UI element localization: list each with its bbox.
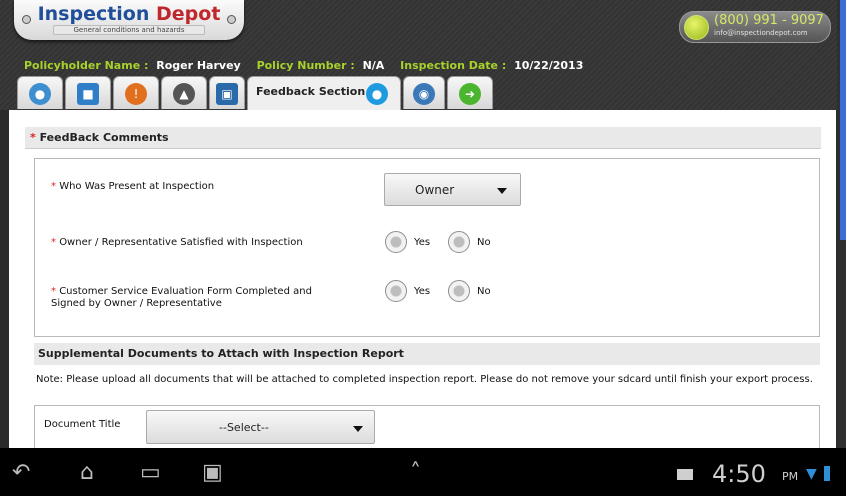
policyholder-label: Policyholder Name : — [24, 59, 149, 72]
screw-icon — [22, 15, 31, 24]
recent-apps-icon[interactable]: ▭ — [140, 462, 161, 484]
document-title-label: Document Title — [44, 419, 121, 430]
evaluation-yes-label: Yes — [414, 286, 431, 297]
mail-icon — [677, 469, 693, 480]
phone-icon — [684, 15, 709, 40]
supplemental-note: Note: Please upload all documents that w… — [36, 374, 813, 385]
satisfied-no-label: No — [477, 237, 491, 248]
question-evaluation-form: * Customer Service Evaluation Form Compl… — [51, 286, 312, 310]
document-title-dropdown[interactable]: --Select-- — [146, 410, 375, 444]
tab-feedback-section[interactable]: Feedback Section ● — [247, 76, 401, 111]
photo-icon: ▣ — [216, 83, 238, 105]
wifi-icon: ▼ — [806, 466, 817, 482]
tab-tools[interactable]: ▲ — [161, 76, 207, 109]
question-satisfied: * Owner / Representative Satisfied with … — [51, 237, 303, 249]
people-icon: ● — [29, 83, 51, 105]
required-mark: * — [51, 237, 56, 248]
chevron-up-icon[interactable]: ˄ — [410, 462, 421, 484]
satisfied-yes-label: Yes — [414, 237, 431, 248]
who-present-dropdown[interactable]: Owner — [384, 173, 521, 206]
back-icon[interactable]: ↶ — [12, 462, 30, 484]
battery-icon — [824, 466, 830, 481]
question-satisfied-label: Owner / Representative Satisfied with In… — [59, 237, 303, 248]
required-mark: * — [30, 131, 36, 144]
home-icon[interactable]: ⌂ — [80, 462, 94, 484]
document-title-value: --Select-- — [219, 421, 269, 434]
tab-hazards[interactable]: ! — [113, 76, 159, 109]
evaluation-yes-radio[interactable] — [385, 280, 407, 302]
tab-book[interactable]: ■ — [65, 76, 111, 109]
android-nav-bar: ↶ ⌂ ▭ ▣ ˄ 4:50 PM ▼ — [0, 448, 846, 496]
screenshot-icon[interactable]: ▣ — [202, 462, 223, 484]
tab-next[interactable]: ➜ — [447, 76, 493, 109]
screw-icon — [227, 15, 236, 24]
supplemental-documents-header: Supplemental Documents to Attach with In… — [34, 343, 820, 365]
book-icon: ■ — [77, 83, 99, 105]
who-present-value: Owner — [415, 183, 455, 197]
policy-number-label: Policy Number : — [256, 59, 355, 72]
status-clock: 4:50 — [712, 460, 766, 488]
contact-badge[interactable]: (800) 991 - 9097 info@inspectiondepot.co… — [679, 11, 831, 43]
satisfied-yes-radio[interactable] — [385, 231, 407, 253]
evaluation-no-radio[interactable] — [448, 280, 470, 302]
tab-photos[interactable]: ▣ — [209, 76, 245, 109]
question-evaluation-line1: Customer Service Evaluation Form Complet… — [59, 286, 312, 297]
policyholder-value: Roger Harvey — [156, 59, 241, 72]
inspection-date-label: Inspection Date : — [400, 59, 507, 72]
question-who-present: * Who Was Present at Inspection — [51, 181, 214, 193]
globe-icon: ◉ — [413, 83, 435, 105]
policy-number-value: N/A — [362, 59, 385, 72]
arrow-right-icon: ➜ — [459, 83, 481, 105]
chat-icon: ● — [366, 83, 388, 105]
contact-email: info@inspectiondepot.com — [714, 29, 808, 37]
question-who-present-label: Who Was Present at Inspection — [59, 181, 215, 192]
logo-title: Inspection — [37, 3, 157, 25]
tab-feedback-label: Feedback Section — [256, 85, 366, 98]
hammer-icon: ▲ — [173, 83, 195, 105]
required-mark: * — [51, 286, 56, 297]
chevron-down-icon — [353, 426, 363, 432]
tab-people[interactable]: ● — [17, 76, 63, 109]
evaluation-no-label: No — [477, 286, 491, 297]
policy-info-bar: Policyholder Name : Roger Harvey Policy … — [24, 59, 587, 72]
inspection-depot-logo: Inspection Depot General conditions and … — [14, 0, 244, 40]
warning-icon: ! — [125, 83, 147, 105]
satisfied-no-radio[interactable] — [448, 231, 470, 253]
tab-globe[interactable]: ◉ — [403, 76, 445, 109]
inspection-date-value: 10/22/2013 — [514, 59, 584, 72]
scrollbar[interactable] — [840, 0, 846, 240]
status-ampm: PM — [782, 470, 799, 483]
logo-title-accent: Depot — [156, 3, 221, 25]
logo-subtitle: General conditions and hazards — [53, 25, 205, 35]
chevron-down-icon — [497, 188, 507, 194]
question-evaluation-line2: Signed by Owner / Representative — [51, 298, 222, 309]
feedback-comments-header: * FeedBack Comments — [25, 127, 821, 149]
feedback-comments-title: FeedBack Comments — [39, 131, 169, 144]
required-mark: * — [51, 181, 56, 192]
phone-number: (800) 991 - 9097 — [714, 13, 824, 28]
app-header: Inspection Depot General conditions and … — [0, 0, 846, 111]
